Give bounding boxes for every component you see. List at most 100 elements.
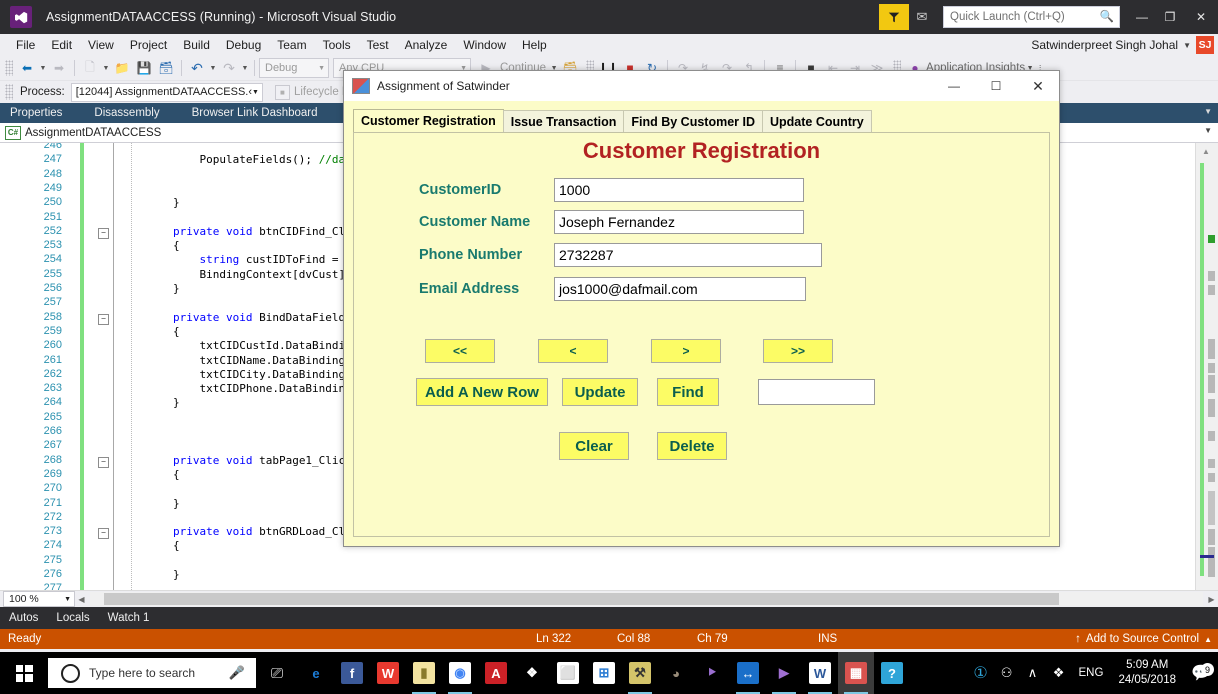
dialog-maximize-button[interactable]: ☐	[975, 71, 1017, 101]
open-file-icon[interactable]: 📁	[111, 58, 133, 78]
redo-icon[interactable]: ↷	[218, 58, 240, 78]
taskbar-search-input[interactable]: Type here to search 🎤	[48, 658, 256, 688]
last-record-button[interactable]: >>	[763, 339, 833, 363]
account-area[interactable]: Satwinderpreet Singh Johal ▼ SJ	[1031, 34, 1214, 56]
code-line[interactable]: {	[120, 539, 180, 553]
taskbar-app-sticky-notes[interactable]: ▮	[406, 652, 442, 694]
save-icon[interactable]: 💾	[133, 58, 155, 78]
assignment-dialog[interactable]: Assignment of Satwinder — ☐ ✕ Customer R…	[343, 70, 1060, 547]
code-line[interactable]: {	[120, 325, 180, 339]
vs-restore-button[interactable]: ❐	[1156, 1, 1184, 33]
add-a-new-row-button[interactable]: Add A New Row	[416, 378, 548, 406]
code-line[interactable]: }	[120, 497, 180, 511]
find-button[interactable]: Find	[657, 378, 719, 406]
menu-team[interactable]: Team	[269, 36, 314, 54]
phone-number-input[interactable]: 2732287	[554, 243, 822, 267]
taskbar-app-microsoft-store[interactable]: ⊞	[586, 652, 622, 694]
tab-properties[interactable]: Properties	[0, 107, 84, 119]
taskbar-app-visual-studio[interactable]: ▶	[766, 652, 802, 694]
tab-locals[interactable]: Locals	[47, 612, 98, 624]
add-to-source-control-button[interactable]: ↑ Add to Source Control ▲	[1075, 633, 1212, 645]
help-icon[interactable]: ①	[968, 663, 994, 683]
tab-watch-1[interactable]: Watch 1	[99, 612, 159, 624]
tab-customer-registration[interactable]: Customer Registration	[353, 109, 504, 133]
tab-disassembly[interactable]: Disassembly	[84, 107, 181, 119]
menu-help[interactable]: Help	[514, 36, 555, 54]
code-line[interactable]: }	[120, 568, 180, 582]
taskbar-app-vs-code[interactable]: ⯈	[694, 652, 730, 694]
microphone-icon[interactable]: 🎤	[229, 665, 245, 681]
menu-test[interactable]: Test	[359, 36, 397, 54]
editor-vertical-scrollbar[interactable]: ⫴ ▲	[1195, 143, 1218, 590]
next-record-button[interactable]: >	[651, 339, 721, 363]
code-line[interactable]: {	[120, 239, 180, 253]
process-combo[interactable]: [12044] AssignmentDATAACCESS.‹ ▼	[70, 82, 263, 102]
people-icon[interactable]: ⚇	[994, 665, 1020, 681]
scroll-up-icon[interactable]: ▲	[1202, 147, 1210, 156]
dialog-close-button[interactable]: ✕	[1017, 71, 1059, 101]
taskbar-app-word[interactable]: W	[802, 652, 838, 694]
taskbar-app-help[interactable]: ?	[874, 652, 910, 694]
taskbar-app-teamviewer[interactable]: ↔	[730, 652, 766, 694]
clear-button[interactable]: Clear	[559, 432, 629, 460]
redo-caret-icon[interactable]: ▼	[240, 58, 250, 78]
document-tab-overflow-icon[interactable]: ▼	[1204, 126, 1212, 135]
tab-browser-link-dashboard[interactable]: Browser Link Dashboard	[182, 107, 340, 119]
find-input[interactable]	[758, 379, 875, 405]
quick-launch-input[interactable]: Quick Launch (Ctrl+Q) 🔍	[943, 6, 1120, 28]
taskbar-app-visual-studio-tools[interactable]: ⚒	[622, 652, 658, 694]
menu-project[interactable]: Project	[122, 36, 175, 54]
menu-analyze[interactable]: Analyze	[397, 36, 456, 54]
dialog-title-bar[interactable]: Assignment of Satwinder — ☐ ✕	[344, 71, 1059, 101]
scroll-track[interactable]	[1200, 163, 1204, 576]
scroll-right-icon[interactable]: ▶	[1205, 595, 1218, 604]
undo-icon[interactable]: ↶	[186, 58, 208, 78]
tab-issue-transaction[interactable]: Issue Transaction	[502, 110, 625, 133]
taskbar-app-gimp[interactable]: ◕	[658, 652, 694, 694]
vs-minimize-button[interactable]: —	[1128, 1, 1156, 33]
menu-tools[interactable]: Tools	[315, 36, 359, 54]
toolbar-grip-4[interactable]	[5, 84, 13, 100]
fold-toggle-icon[interactable]: −	[98, 227, 109, 239]
code-line[interactable]: }	[120, 282, 180, 296]
tab-strip-overflow-icon[interactable]: ▼	[1204, 107, 1212, 116]
vs-close-button[interactable]: ✕	[1184, 1, 1218, 33]
customer-id-input[interactable]: 1000	[554, 178, 804, 202]
taskbar-app-wattpad[interactable]: W	[370, 652, 406, 694]
editor-horizontal-scrollbar[interactable]	[90, 592, 1203, 606]
fold-toggle-icon[interactable]: −	[98, 313, 109, 325]
new-project-icon[interactable]: 🗋	[79, 58, 101, 78]
scroll-left-icon[interactable]: ◀	[75, 595, 88, 604]
taskbar-app-assignment-app[interactable]: ▦	[838, 652, 874, 694]
code-line[interactable]: }	[120, 196, 180, 210]
menu-file[interactable]: File	[8, 36, 43, 54]
send-feedback-icon[interactable]: ✉	[909, 4, 935, 30]
menu-debug[interactable]: Debug	[218, 36, 269, 54]
new-project-caret-icon[interactable]: ▼	[101, 58, 111, 78]
action-center-button[interactable]: 💬 9	[1184, 663, 1218, 683]
menu-view[interactable]: View	[80, 36, 122, 54]
tab-find-by-customer-id[interactable]: Find By Customer ID	[623, 110, 763, 133]
previous-record-button[interactable]: <	[538, 339, 608, 363]
zoom-level-select[interactable]: 100 % ▼	[3, 591, 75, 607]
feedback-filter-icon[interactable]	[879, 4, 909, 30]
clock[interactable]: 5:09 AM 24/05/2018	[1110, 658, 1184, 688]
show-hidden-icons-icon[interactable]: ∧	[1020, 665, 1046, 681]
tab-update-country[interactable]: Update Country	[761, 110, 872, 133]
menu-build[interactable]: Build	[175, 36, 218, 54]
toolbar-grip-1[interactable]	[5, 60, 13, 76]
update-button[interactable]: Update	[562, 378, 638, 406]
menu-edit[interactable]: Edit	[43, 36, 80, 54]
fold-toggle-icon[interactable]: −	[98, 528, 109, 540]
delete-button[interactable]: Delete	[657, 432, 727, 460]
first-record-button[interactable]: <<	[425, 339, 495, 363]
horizontal-scroll-thumb[interactable]	[104, 593, 1059, 605]
task-view-button[interactable]: ⎚	[256, 665, 298, 682]
fold-toggle-icon[interactable]: −	[98, 456, 109, 468]
menu-window[interactable]: Window	[455, 36, 514, 54]
code-line[interactable]: }	[120, 396, 180, 410]
taskbar-app-acrobat-reader[interactable]: A	[478, 652, 514, 694]
solution-configuration-combo[interactable]: Debug ▼	[259, 58, 329, 78]
document-tab-label[interactable]: AssignmentDATAACCESS	[25, 127, 161, 139]
taskbar-app-dropbox[interactable]: ❖	[514, 652, 550, 694]
